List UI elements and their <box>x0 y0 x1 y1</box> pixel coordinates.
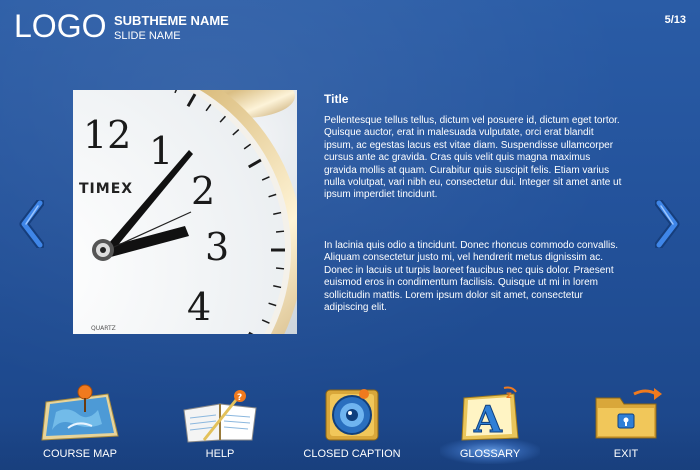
slide-stage: LOGO SUBTHEME NAME SLIDE NAME 5/13 12 1 … <box>0 0 700 470</box>
content-paragraph: Pellentesque tellus tellus, dictum vel p… <box>324 115 622 201</box>
clock-quartz: QUARTZ <box>91 325 116 332</box>
course-map-icon <box>20 384 140 444</box>
course-map-button[interactable]: COURSE MAP <box>20 384 140 470</box>
exit-label: EXIT <box>613 448 639 460</box>
clock-tick <box>275 267 285 270</box>
film-reel-icon <box>292 384 412 444</box>
content-paragraph: In lacinia quis odio a tincidunt. Donec … <box>324 240 619 314</box>
clock-numeral-12: 12 <box>83 113 131 157</box>
logo: LOGO <box>14 8 107 44</box>
chevron-left-icon <box>19 198 45 250</box>
exit-folder-icon <box>566 384 686 444</box>
page-counter: 5/13 <box>664 14 686 26</box>
clock-tick <box>275 230 285 233</box>
slide-name: SLIDE NAME <box>114 30 181 42</box>
help-book-icon: ? <box>160 384 280 444</box>
clock-numeral-4: 4 <box>187 285 211 329</box>
clock-photo: 12 1 2 3 4 TIMEX QUARTZ <box>73 90 297 334</box>
closed-caption-label: CLOSED CAPTION <box>303 448 401 460</box>
glossary-label: GLOSSARY <box>459 448 521 460</box>
clock-brand: TIMEX <box>79 181 133 197</box>
chevron-right-icon <box>654 198 680 250</box>
course-map-label: COURSE MAP <box>43 448 117 460</box>
exit-button[interactable]: EXIT <box>566 384 686 470</box>
svg-text:?: ? <box>237 393 242 403</box>
clock-numeral-2: 2 <box>191 169 215 213</box>
svg-text:z: z <box>506 390 512 401</box>
glossary-button[interactable]: A z GLOSSARY <box>430 384 550 470</box>
previous-slide-button[interactable] <box>18 198 45 250</box>
help-label: HELP <box>205 448 235 460</box>
glossary-icon: A z <box>430 384 550 444</box>
next-slide-button[interactable] <box>654 198 681 250</box>
help-button[interactable]: ? HELP <box>160 384 280 470</box>
content-title: Title <box>324 92 349 106</box>
svg-text:A: A <box>473 399 503 441</box>
subtheme-name: SUBTHEME NAME <box>114 13 229 28</box>
clock-numeral-3: 3 <box>205 225 229 269</box>
closed-caption-button[interactable]: CLOSED CAPTION <box>292 384 412 470</box>
clock-numeral-1: 1 <box>149 129 173 173</box>
